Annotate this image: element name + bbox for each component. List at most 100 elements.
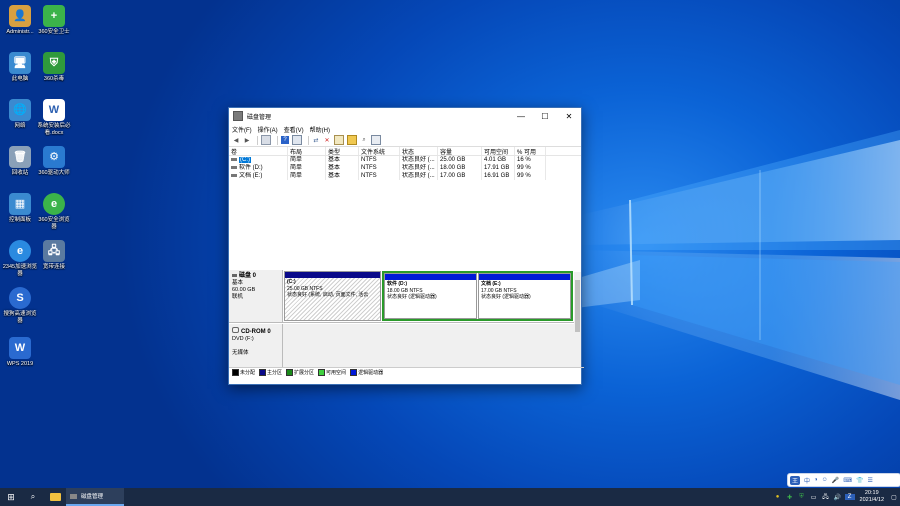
- cdrom-info[interactable]: CD-ROM 0 DVD (F:) 无媒体: [229, 324, 283, 367]
- table-cell: 状态良好 (...: [400, 164, 438, 172]
- table-row[interactable]: (C:) 简单 基本 NTFS 状态良好 (... 25.00 GB 4.01 …: [229, 156, 581, 164]
- menu-file[interactable]: 文件(F): [232, 125, 252, 134]
- sogou-browser-icon[interactable]: S 搜狗高速浏览器: [2, 287, 38, 325]
- notification-icon[interactable]: ▢: [889, 494, 899, 501]
- menu-icon[interactable]: ☰: [867, 477, 872, 484]
- legend-item: 逻辑驱动器: [350, 368, 383, 376]
- view-icon[interactable]: [371, 135, 381, 145]
- disk-row: 磁盘 0 基本 60.00 GB 联机 (C:) 25.00 GB NTFS 状…: [229, 270, 574, 323]
- file-explorer-icon[interactable]: [44, 488, 66, 506]
- table-cell: 简单: [288, 156, 326, 164]
- column-header-volume[interactable]: 卷: [229, 147, 288, 155]
- 360-security-icon[interactable]: +360安全卫士: [36, 5, 72, 36]
- menu-view[interactable]: 查看(V): [284, 125, 304, 134]
- broadband-connection-icon[interactable]: 🖧 宽带连接: [36, 240, 72, 271]
- table-header: 卷 布局 类型 文件系统 状态 容量 可用空间 % 可用: [229, 147, 581, 156]
- forward-icon[interactable]: ▶: [243, 136, 251, 144]
- partition-d[interactable]: 软件 (D:) 18.00 GB NTFS 状态良好 (逻辑驱动器): [384, 273, 477, 319]
- 360-security-tray-icon[interactable]: ✚: [785, 494, 795, 501]
- network-icon[interactable]: 🌐 网络: [2, 99, 38, 130]
- table-row[interactable]: 软件 (D:) 简单 基本 NTFS 状态良好 (... 18.00 GB 17…: [229, 164, 581, 172]
- window-title: 磁盘管理: [247, 114, 272, 121]
- this-pc-icon[interactable]: 🖥 此电脑: [2, 52, 38, 83]
- skin-icon[interactable]: 👕: [856, 477, 863, 484]
- search-icon[interactable]: ⌕: [360, 136, 368, 144]
- table-cell: 简单: [288, 164, 326, 172]
- taskbar-app-disk-management[interactable]: 磁盘管理: [66, 488, 124, 506]
- volume-icon: [231, 165, 237, 169]
- volume-table: 卷 布局 类型 文件系统 状态 容量 可用空间 % 可用 (C:) 简单 基本 …: [229, 147, 581, 274]
- emoji-icon[interactable]: ☺: [822, 477, 828, 483]
- administrator-folder-icon[interactable]: 👤 Administr...: [2, 5, 38, 36]
- partition-e[interactable]: 文档 (E:) 17.00 GB NTFS 状态良好 (逻辑驱动器): [478, 273, 571, 319]
- cdrom-empty-area: [283, 324, 574, 367]
- 360-tray-icon[interactable]: ●: [773, 494, 783, 500]
- scrollbar-thumb[interactable]: [575, 280, 580, 332]
- column-header-free-space[interactable]: 可用空间: [482, 147, 515, 155]
- column-header-percent-free[interactable]: % 可用: [515, 147, 546, 155]
- disk-type: 基本: [232, 280, 244, 286]
- 2345-browser-icon[interactable]: e 2345加速浏览器: [2, 240, 38, 278]
- ime-indicator-icon[interactable]: Z: [844, 494, 855, 500]
- network-icon[interactable]: 🖧: [821, 492, 831, 502]
- microphone-icon[interactable]: 🎤: [832, 477, 839, 484]
- partition-status: 状态良好 (逻辑驱动器): [387, 294, 437, 300]
- punctuation-icon[interactable]: ◑: [814, 477, 818, 483]
- display-icon[interactable]: ▭: [809, 494, 819, 501]
- properties-icon[interactable]: [334, 135, 344, 145]
- start-button[interactable]: ⊞: [0, 492, 22, 503]
- title-bar[interactable]: 磁盘管理 — ☐ ✕: [229, 108, 581, 124]
- volume-icon[interactable]: 🔊: [833, 494, 843, 501]
- table-cell: NTFS: [359, 156, 400, 164]
- partition-c[interactable]: (C:) 25.00 GB NTFS 状态良好 (系统, 启动, 页面文件, 活…: [284, 271, 381, 321]
- grid-icon[interactable]: [292, 135, 302, 145]
- clock[interactable]: 20:19 2021/4/12: [860, 490, 884, 504]
- 360-antivirus-tray-icon[interactable]: ⛨: [797, 494, 807, 501]
- column-header-capacity[interactable]: 容量: [438, 147, 482, 155]
- partition-status: 状态良好 (系统, 启动, 页面文件, 活云: [287, 292, 369, 298]
- ime-mode[interactable]: 中: [804, 476, 810, 485]
- menu-help[interactable]: 帮助(H): [310, 125, 330, 134]
- vertical-scrollbar[interactable]: [574, 272, 581, 367]
- search-icon[interactable]: ⌕: [22, 492, 44, 502]
- toolbar: ◀ ▶ ? ⇄ ✕ ⌕: [229, 134, 581, 147]
- help-icon[interactable]: ?: [281, 136, 289, 144]
- column-header-layout[interactable]: 布局: [288, 147, 326, 155]
- close-button[interactable]: ✕: [557, 108, 581, 124]
- clock-date: 2021/4/12: [859, 497, 884, 503]
- column-header-filesystem[interactable]: 文件系统: [359, 147, 400, 155]
- table-row[interactable]: 文档 (E:) 简单 基本 NTFS 状态良好 (... 17.00 GB 16…: [229, 172, 581, 180]
- ime-toolbar[interactable]: 王 中 ◑ ☺ 🎤 ⌨ 👕 ☰: [787, 473, 900, 487]
- menu-action[interactable]: 操作(A): [258, 125, 278, 134]
- clock-time: 20:19: [864, 490, 879, 496]
- disk-icon: [232, 274, 237, 277]
- 360-antivirus-icon[interactable]: ⛨ 360杀毒: [36, 52, 72, 83]
- back-icon[interactable]: ◀: [232, 136, 240, 144]
- table-cell: 18.00 GB: [438, 164, 482, 172]
- table-cell: 基本: [326, 164, 359, 172]
- connect-icon[interactable]: ⇄: [312, 136, 320, 144]
- control-panel-icon[interactable]: ▦ 控制面板: [2, 193, 38, 224]
- disk-name: CD-ROM 0: [241, 329, 271, 335]
- table-cell: 17.00 GB: [438, 172, 482, 180]
- recycle-bin-icon[interactable]: 🗑 回收站: [2, 146, 38, 177]
- maximize-button[interactable]: ☐: [533, 108, 557, 124]
- keyboard-icon[interactable]: ⌨: [843, 477, 852, 484]
- ime-logo-icon[interactable]: 王: [790, 475, 801, 485]
- disk-name: 磁盘 0: [239, 273, 257, 279]
- minimize-button[interactable]: —: [509, 108, 533, 124]
- 360-driver-master-icon[interactable]: ⚙ 360驱动大师: [36, 146, 72, 177]
- list-icon[interactable]: [261, 135, 271, 145]
- legend-item: 主分区: [259, 368, 282, 376]
- delete-icon[interactable]: ✕: [323, 136, 331, 144]
- disk-info[interactable]: 磁盘 0 基本 60.00 GB 联机: [229, 270, 283, 322]
- table-cell: 17.91 GB: [482, 164, 515, 172]
- toolbar-separator: [257, 135, 258, 145]
- 360-browser-icon[interactable]: e 360安全浏览器: [36, 193, 72, 231]
- column-header-type[interactable]: 类型: [326, 147, 359, 155]
- folder-icon[interactable]: [347, 135, 357, 145]
- word-document-icon[interactable]: W 系统安装后必看.docx: [36, 99, 72, 137]
- column-header-status[interactable]: 状态: [400, 147, 438, 155]
- wps-icon[interactable]: W WPS 2019: [2, 337, 38, 368]
- table-cell: 16 %: [515, 156, 546, 164]
